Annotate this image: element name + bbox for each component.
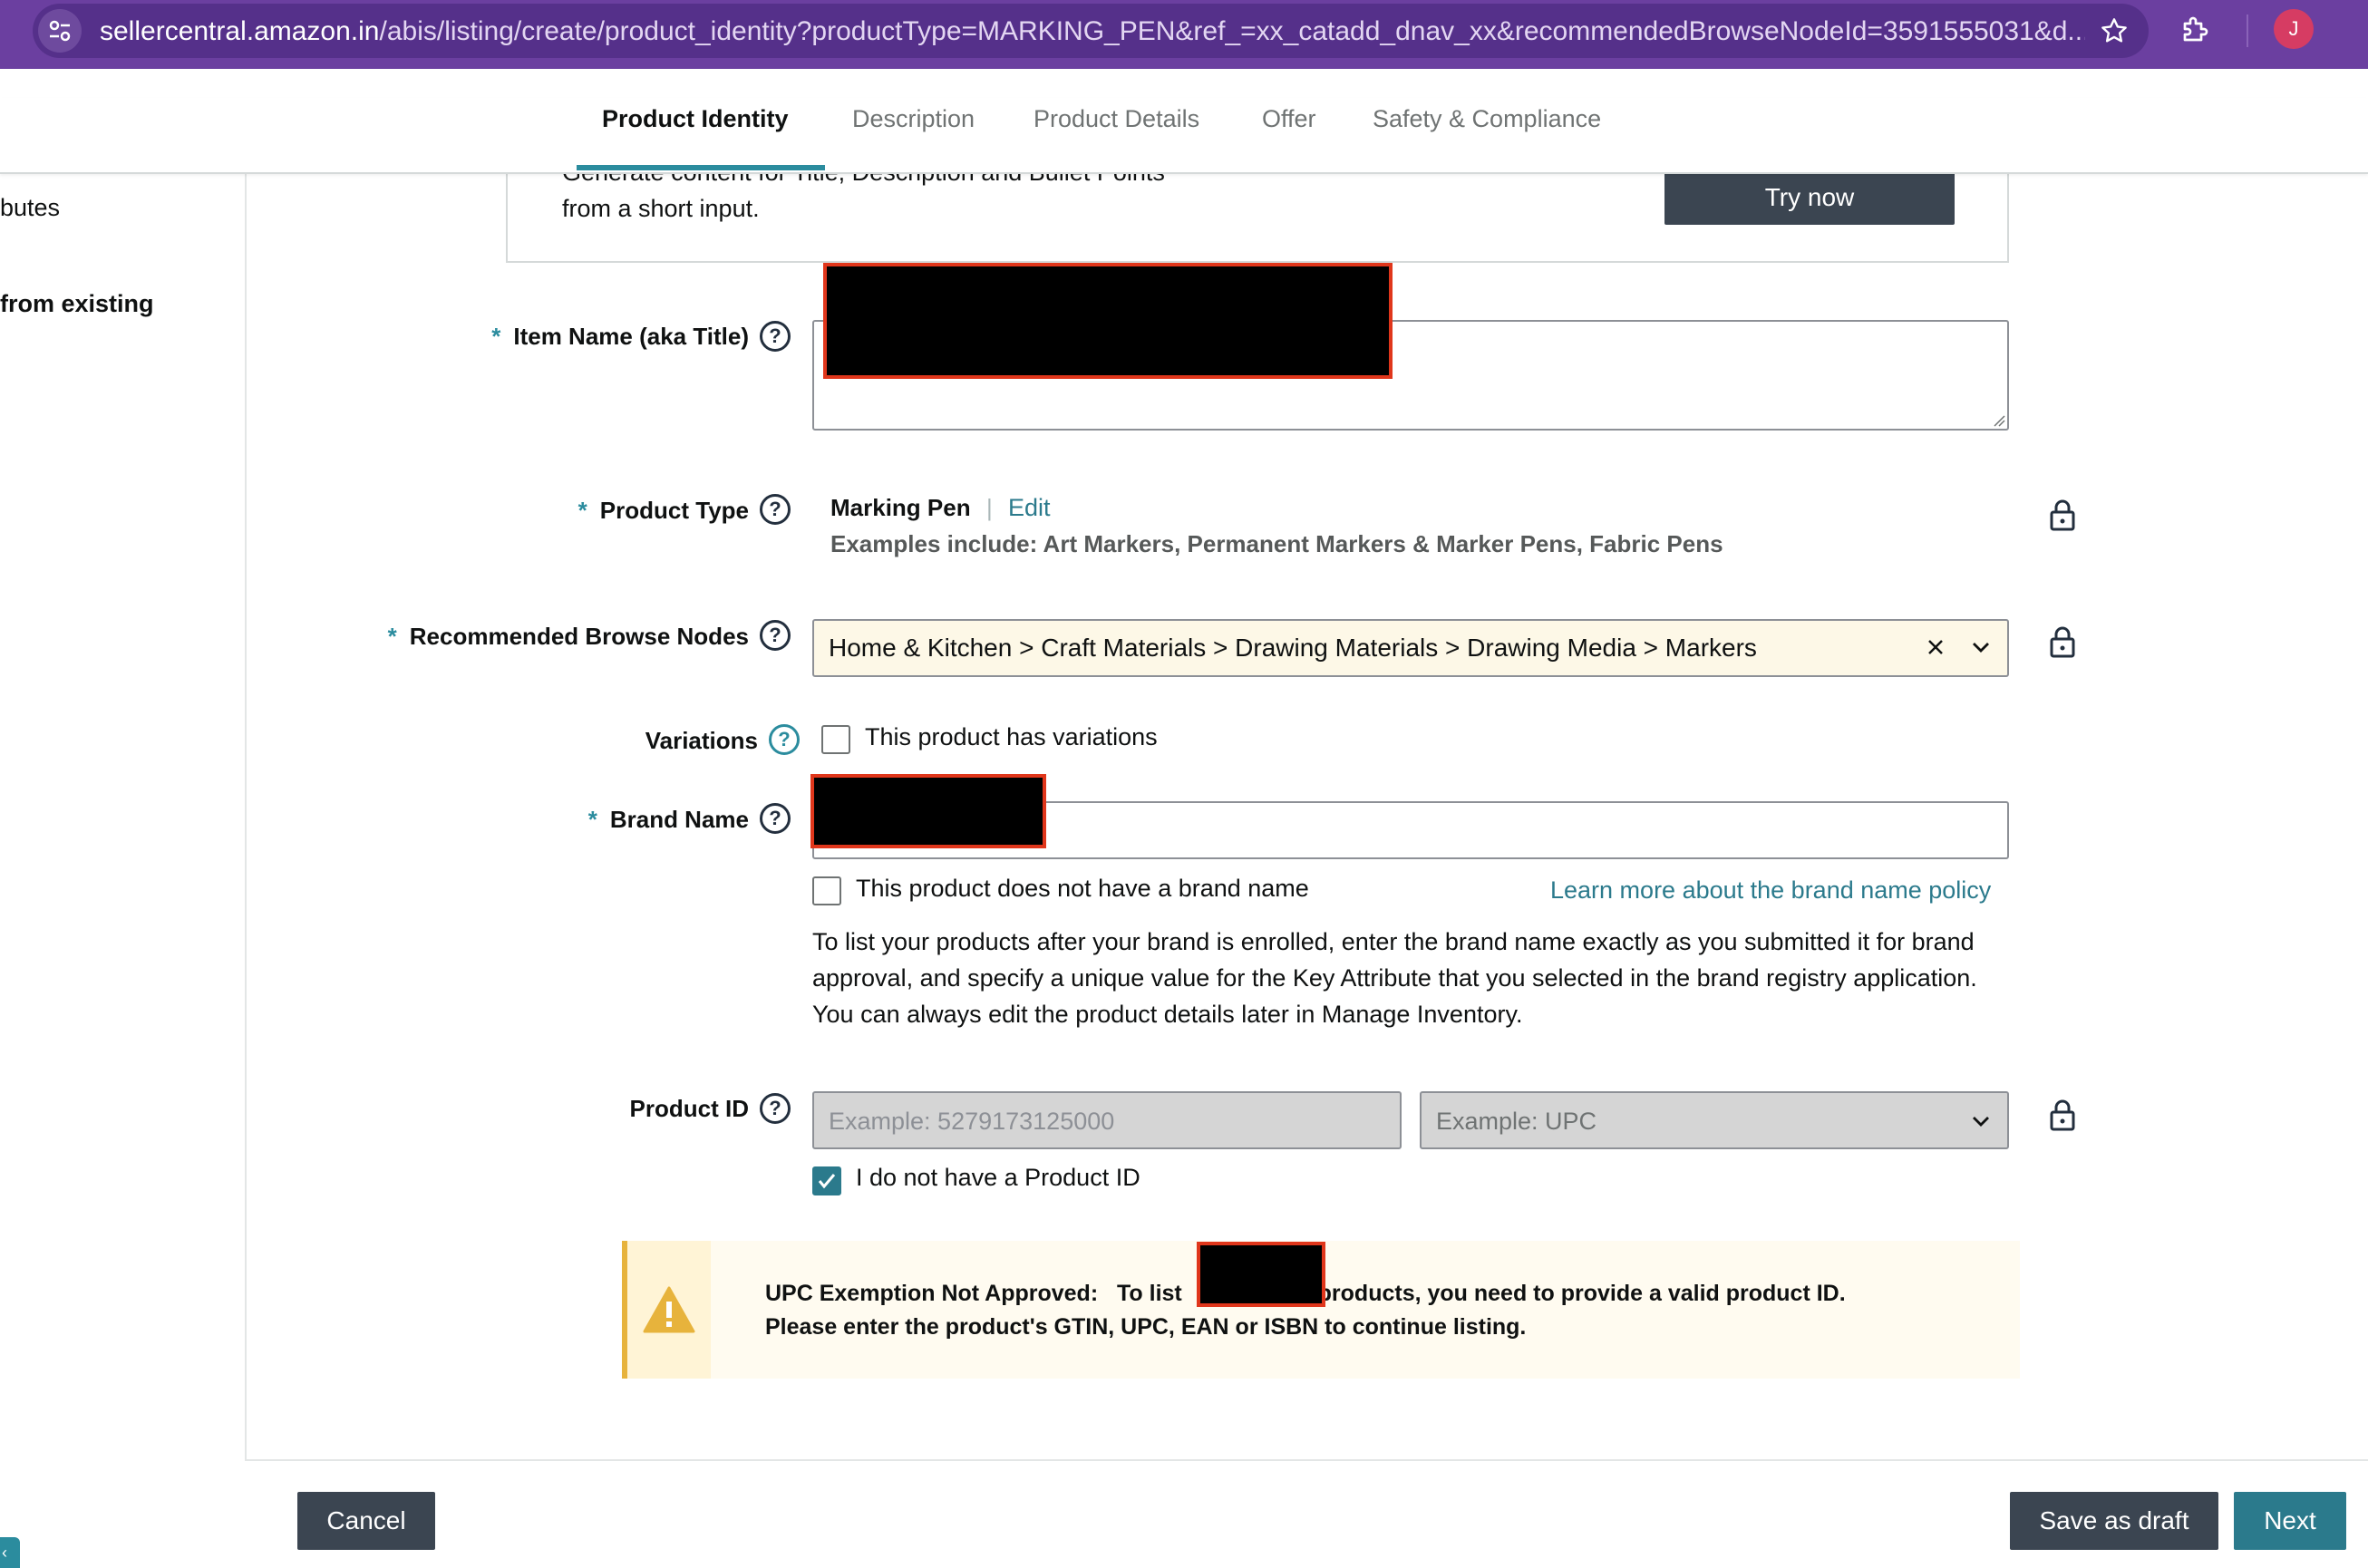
alert-line-1-start: To list <box>1116 1281 1182 1306</box>
url-host: sellercentral.amazon.in <box>100 16 380 46</box>
item-name-label-text: Item Name (aka Title) <box>513 323 749 350</box>
redacted-title-value <box>823 263 1393 379</box>
item-name-label: * Item Name (aka Title) <box>491 323 749 351</box>
alert-line-2: Please enter the product's GTIN, UPC, EA… <box>765 1314 1527 1340</box>
product-type-separator: | <box>986 494 993 521</box>
try-now-button[interactable]: Try now <box>1664 170 1955 225</box>
tab-product-identity[interactable]: Product Identity <box>602 105 789 133</box>
browse-nodes-label: * Recommended Browse Nodes <box>388 623 749 651</box>
url-path: /abis/listing/create/product_identity?pr… <box>379 16 2085 46</box>
variations-label: Variations <box>645 727 758 754</box>
chevron-down-icon[interactable] <box>1967 634 1994 661</box>
url-text[interactable]: sellercentral.amazon.in/abis/listing/cre… <box>100 16 2085 47</box>
item-name-help-icon[interactable]: ? <box>760 321 791 352</box>
checkmark-icon <box>818 1174 836 1189</box>
no-product-id-label[interactable]: I do not have a Product ID <box>856 1164 1140 1192</box>
required-marker: * <box>387 623 397 650</box>
resize-grip-icon[interactable] <box>1993 414 2005 427</box>
product-type-label-text: Product Type <box>599 497 749 524</box>
required-marker: * <box>491 323 501 350</box>
brand-policy-link[interactable]: Learn more about the brand name policy <box>1550 876 1991 905</box>
bookmark-star-icon[interactable] <box>2098 15 2130 47</box>
alert-icon-area <box>627 1241 711 1379</box>
no-brand-name-label[interactable]: This product does not have a brand name <box>856 875 1309 903</box>
product-id-input[interactable]: Example: 5279173125000 <box>812 1091 1402 1149</box>
redacted-brand-in-alert <box>1197 1242 1325 1307</box>
brand-name-label-text: Brand Name <box>609 806 749 833</box>
profile-avatar[interactable]: J <box>2274 9 2314 49</box>
product-type-edit-link[interactable]: Edit <box>1008 494 1051 522</box>
product-id-label: Product ID <box>629 1095 749 1122</box>
brand-name-help-icon[interactable]: ? <box>760 803 791 834</box>
promo-line-2: from a short input. <box>562 195 760 222</box>
required-marker: * <box>577 497 587 524</box>
toolbar-divider <box>2247 15 2248 47</box>
sidebar-item-copy-from-existing[interactable]: from existing <box>0 290 154 318</box>
tab-product-details[interactable]: Product Details <box>1034 105 1199 133</box>
address-bar[interactable]: sellercentral.amazon.in/abis/listing/cre… <box>33 4 2149 58</box>
browse-nodes-label-text: Recommended Browse Nodes <box>409 623 749 650</box>
sidebar-collapse-button[interactable]: ‹ <box>0 1537 20 1568</box>
clear-selection-icon[interactable] <box>1922 634 1949 661</box>
cancel-button[interactable]: Cancel <box>297 1492 435 1550</box>
extensions-puzzle-icon[interactable] <box>2176 9 2216 49</box>
browse-nodes-select[interactable]: Home & Kitchen > Craft Materials > Drawi… <box>812 619 2009 677</box>
browse-nodes-value: Home & Kitchen > Craft Materials > Drawi… <box>829 634 1757 662</box>
product-type-label: * Product Type <box>578 497 749 525</box>
product-type-help-icon[interactable]: ? <box>760 494 791 525</box>
tab-safety-compliance[interactable]: Safety & Compliance <box>1373 105 1601 133</box>
lock-icon <box>2050 499 2075 531</box>
lock-icon <box>2050 626 2075 658</box>
tab-offer[interactable]: Offer <box>1262 105 1316 133</box>
tab-description[interactable]: Description <box>852 105 975 133</box>
redacted-brand-value <box>810 774 1046 848</box>
browse-nodes-help-icon[interactable]: ? <box>760 620 791 651</box>
no-brand-name-checkbox[interactable] <box>812 876 841 905</box>
no-product-id-checkbox[interactable] <box>812 1166 841 1195</box>
site-settings-icon[interactable] <box>38 9 82 53</box>
warning-triangle-icon <box>643 1286 695 1333</box>
browser-toolbar: sellercentral.amazon.in/abis/listing/cre… <box>0 0 2368 69</box>
product-id-type-select[interactable]: Example: UPC <box>1420 1091 2009 1149</box>
listing-tabs: Product Identity Description Product Det… <box>0 98 2368 174</box>
product-id-placeholder: Example: 5279173125000 <box>829 1108 1115 1135</box>
lock-icon <box>2050 1099 2075 1131</box>
next-button[interactable]: Next <box>2234 1492 2346 1550</box>
alert-title: UPC Exemption Not Approved: <box>765 1281 1099 1306</box>
left-sidebar: mended butes from existing <box>0 147 247 1461</box>
alert-line-1-end: products, you need to provide a valid pr… <box>1317 1281 1846 1306</box>
footer-bar: Cancel Save as draft Next <box>247 1459 2368 1568</box>
brand-name-label: * Brand Name <box>588 806 749 834</box>
variations-checkbox-label[interactable]: This product has variations <box>865 723 1158 751</box>
product-type-value: Marking Pen <box>830 494 971 521</box>
save-as-draft-button[interactable]: Save as draft <box>2010 1492 2218 1550</box>
chevron-down-icon[interactable] <box>1967 1108 1994 1135</box>
product-id-type-placeholder: Example: UPC <box>1436 1108 1597 1135</box>
active-tab-indicator <box>577 165 825 170</box>
variations-help-icon[interactable]: ? <box>769 724 800 755</box>
variations-checkbox[interactable] <box>821 725 850 754</box>
product-type-examples: Examples include: Art Markers, Permanent… <box>830 530 1723 557</box>
brand-name-help-text: To list your products after your brand i… <box>812 928 1977 1028</box>
sidebar-item-attributes[interactable]: butes <box>0 194 60 222</box>
required-marker: * <box>587 806 597 833</box>
product-id-help-icon[interactable]: ? <box>760 1093 791 1124</box>
